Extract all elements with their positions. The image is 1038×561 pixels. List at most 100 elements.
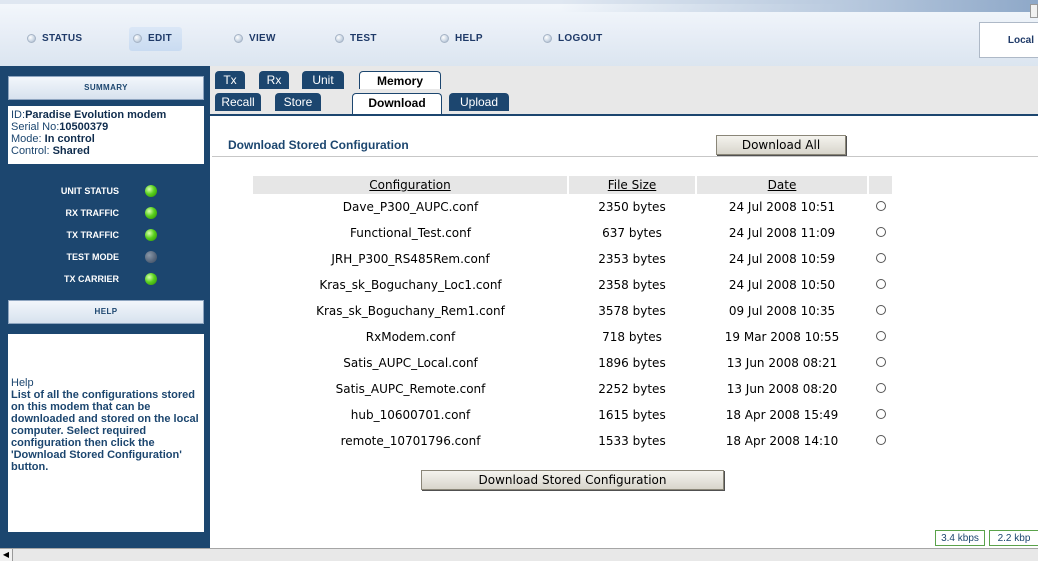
- config-date: 24 Jul 2008 10:51: [728, 200, 836, 214]
- nav-test-button[interactable]: TEST: [335, 27, 389, 51]
- column-header-configuration[interactable]: Configuration: [253, 176, 569, 194]
- control-label: Control:: [11, 145, 53, 157]
- status-label: RX TRAFFIC: [65, 208, 120, 218]
- nav-help-button[interactable]: HELP: [440, 27, 495, 51]
- table-row: Functional_Test.conf 637 bytes 24 Jul 2008…: [253, 220, 893, 246]
- table-row: RxModem.conf 718 bytes 19 Mar 2008 10:55: [253, 324, 893, 350]
- header-swoosh: [560, 0, 1038, 12]
- download-stored-configuration-button[interactable]: Download Stored Configuration: [421, 470, 724, 490]
- summary-panel: ID:Paradise Evolution modem Serial No:10…: [8, 106, 204, 164]
- nav-label: HELP: [455, 33, 483, 44]
- mode-label: Mode:: [11, 133, 45, 145]
- tab-upload[interactable]: Upload: [449, 93, 509, 111]
- select-radio[interactable]: [875, 253, 886, 263]
- nav-logout-button[interactable]: LOGOUT: [543, 27, 615, 51]
- control-mode-indicator: Local: [979, 22, 1038, 58]
- download-all-button[interactable]: Download All: [716, 135, 846, 155]
- config-size: 1615 bytes: [598, 408, 666, 422]
- summary-id: ID:Paradise Evolution modem: [11, 109, 204, 121]
- column-header-select: [868, 176, 894, 194]
- status-led-icon: [145, 251, 157, 263]
- main-content: Tx Rx Unit Memory Recall Store Download …: [210, 66, 1038, 548]
- tab-store[interactable]: Store: [275, 93, 321, 111]
- select-radio[interactable]: [875, 383, 886, 393]
- nav-status-button[interactable]: STATUS: [27, 27, 94, 51]
- nav-bullet-icon: [335, 33, 344, 43]
- table-row: Kras_sk_Boguchany_Loc1.conf 2358 bytes 24 …: [253, 272, 893, 298]
- nav-label: TEST: [350, 33, 377, 44]
- tab-memory[interactable]: Memory: [359, 71, 441, 89]
- status-led-icon: [145, 229, 157, 241]
- tab-tx[interactable]: Tx: [215, 71, 245, 89]
- select-radio[interactable]: [875, 331, 886, 341]
- help-panel: Help List of all the configurations stor…: [8, 334, 204, 532]
- nav-bullet-icon: [543, 33, 552, 43]
- tx-rate-indicator: 2.2 kbp: [989, 530, 1038, 546]
- config-name: Functional_Test.conf: [350, 226, 471, 240]
- table-row: remote_10701796.conf 1533 bytes 18 Apr 200…: [253, 428, 893, 454]
- nav-bullet-icon: [27, 33, 36, 43]
- nav-bullet-icon: [440, 33, 449, 43]
- select-radio[interactable]: [875, 279, 886, 289]
- config-size: 2358 bytes: [598, 278, 666, 292]
- status-led-icon: [145, 273, 157, 285]
- table-header-row: Configuration File Size Date: [253, 176, 894, 194]
- nav-label: VIEW: [249, 33, 276, 44]
- tab-recall[interactable]: Recall: [215, 93, 261, 111]
- config-size: 2350 bytes: [598, 200, 666, 214]
- summary-control: Control: Shared: [11, 145, 204, 157]
- nav-view-button[interactable]: VIEW: [234, 27, 288, 51]
- config-date: 18 Apr 2008 14:10: [725, 434, 839, 448]
- config-size: 1533 bytes: [598, 434, 666, 448]
- select-radio[interactable]: [875, 435, 886, 445]
- id-label: ID:: [11, 109, 26, 121]
- status-label: UNIT STATUS: [60, 186, 119, 196]
- horizontal-scrollbar[interactable]: ◀: [0, 548, 1038, 561]
- select-radio[interactable]: [875, 305, 886, 315]
- top-nav-bar: STATUS EDIT VIEW TEST HELP LOGOUT Local: [0, 0, 1038, 67]
- table-row: Dave_P300_AUPC.conf 2350 bytes 24 Jul 2008…: [253, 194, 893, 220]
- status-tx-traffic: TX TRAFFIC: [8, 225, 204, 247]
- config-name: JRH_P300_RS485Rem.conf: [331, 252, 490, 266]
- section-divider: [212, 156, 1038, 157]
- configuration-table: Configuration File Size Date Dave_P300_A…: [253, 176, 894, 454]
- status-tx-carrier: TX CARRIER: [8, 269, 204, 291]
- tab-download[interactable]: Download: [352, 93, 442, 114]
- table-row: hub_10600701.conf 1615 bytes 18 Apr 2008 1…: [253, 402, 893, 428]
- tab-strip: Tx Rx Unit Memory Recall Store Download …: [210, 66, 1038, 116]
- select-radio[interactable]: [875, 409, 886, 419]
- status-label: TX CARRIER: [63, 274, 119, 284]
- mode-value: In control: [44, 133, 95, 145]
- config-size: 637 bytes: [602, 226, 662, 240]
- config-size: 3578 bytes: [598, 304, 666, 318]
- config-size: 1896 bytes: [598, 356, 666, 370]
- config-name: remote_10701796.conf: [340, 434, 481, 448]
- table-row: JRH_P300_RS485Rem.conf 2353 bytes 24 Jul 2…: [253, 246, 893, 272]
- tab-rx[interactable]: Rx: [259, 71, 289, 89]
- scroll-left-arrow-icon[interactable]: ◀: [0, 549, 13, 561]
- select-radio[interactable]: [875, 227, 886, 237]
- status-label: TX TRAFFIC: [66, 230, 120, 240]
- config-date: 13 Jun 2008 08:21: [726, 356, 838, 370]
- config-size: 718 bytes: [602, 330, 662, 344]
- config-name: RxModem.conf: [365, 330, 456, 344]
- nav-edit-button[interactable]: EDIT: [129, 27, 182, 51]
- nav-bullet-icon: [234, 33, 243, 43]
- status-led-icon: [145, 207, 157, 219]
- status-rx-traffic: RX TRAFFIC: [8, 203, 204, 225]
- select-radio[interactable]: [875, 201, 886, 211]
- column-header-file-size[interactable]: File Size: [568, 176, 697, 194]
- config-date: 19 Mar 2008 10:55: [724, 330, 840, 344]
- select-radio[interactable]: [875, 357, 886, 367]
- config-size: 2252 bytes: [598, 382, 666, 396]
- config-name: Satis_AUPC_Local.conf: [343, 356, 478, 370]
- config-name: Dave_P300_AUPC.conf: [342, 200, 479, 214]
- config-date: 13 Jun 2008 08:20: [726, 382, 838, 396]
- summary-header: SUMMARY: [8, 76, 204, 100]
- scrollbar-up-arrow[interactable]: [1030, 4, 1038, 18]
- column-header-date[interactable]: Date: [696, 176, 869, 194]
- status-led-icon: [145, 185, 157, 197]
- tab-unit[interactable]: Unit: [302, 71, 344, 89]
- config-date: 09 Jul 2008 10:35: [728, 304, 836, 318]
- status-test-mode: TEST MODE: [8, 247, 204, 269]
